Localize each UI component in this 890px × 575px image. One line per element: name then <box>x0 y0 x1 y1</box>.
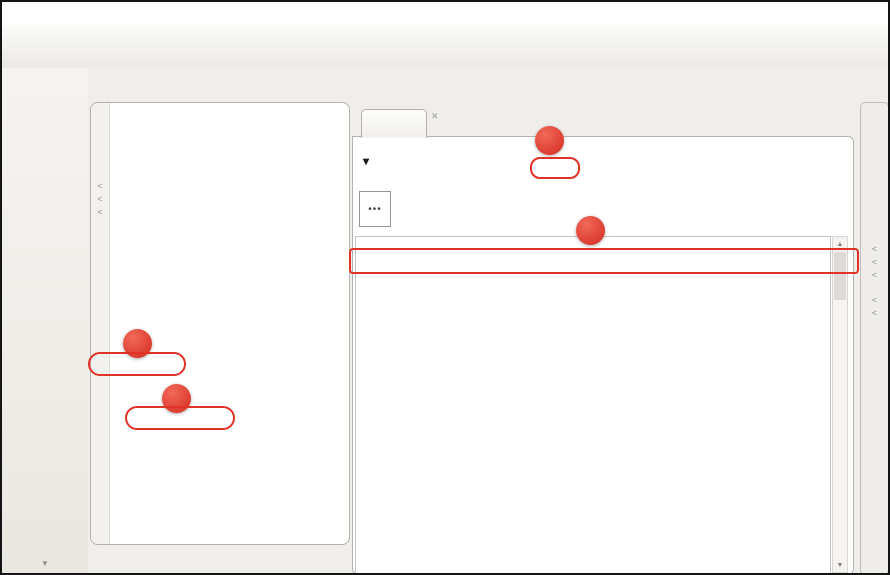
collapse-chevron-icon <box>872 243 877 256</box>
towary-panel <box>352 136 854 575</box>
annotation-oval-popraw <box>530 157 580 179</box>
close-tab-icon[interactable] <box>431 111 439 122</box>
module-sidebar <box>2 68 88 575</box>
subiekt-logo <box>2 68 88 108</box>
products-table <box>355 236 831 573</box>
collapse-chevron-icon <box>97 193 102 206</box>
sidebar-scroll-down-icon[interactable] <box>41 559 49 569</box>
menu-bar <box>2 2 888 23</box>
collapse-chevron-icon <box>872 269 877 282</box>
table-scrollbar[interactable] <box>832 236 848 573</box>
context-bar <box>88 68 890 100</box>
annotation-oval-towary-i-uslugi <box>125 406 235 430</box>
toolbar <box>2 23 888 68</box>
sidebar-bottom <box>2 559 88 575</box>
app-window <box>0 0 890 575</box>
collapse-chevron-icon <box>97 206 102 219</box>
collapse-chevron-icon <box>97 180 102 193</box>
workspace-strip[interactable] <box>860 102 889 575</box>
more-filters-button[interactable] <box>359 191 391 227</box>
tab-towary[interactable] <box>361 109 427 138</box>
annotation-step-4 <box>535 126 564 155</box>
collapse-chevron-icon <box>872 256 877 269</box>
scroll-down-icon[interactable] <box>833 558 847 572</box>
module-list-panel <box>90 102 350 545</box>
annotation-oval-kartoteki <box>88 352 186 376</box>
module-tree <box>110 103 349 544</box>
main-area <box>352 102 854 575</box>
title-dropdown-icon[interactable] <box>363 154 369 168</box>
annotation-rect-selected-row <box>349 248 859 274</box>
collapse-chevron-icon <box>872 307 877 320</box>
collapse-chevron-icon <box>872 294 877 307</box>
annotation-step-3 <box>576 216 605 245</box>
module-list-strip[interactable] <box>91 103 110 544</box>
page-title[interactable] <box>361 149 369 171</box>
